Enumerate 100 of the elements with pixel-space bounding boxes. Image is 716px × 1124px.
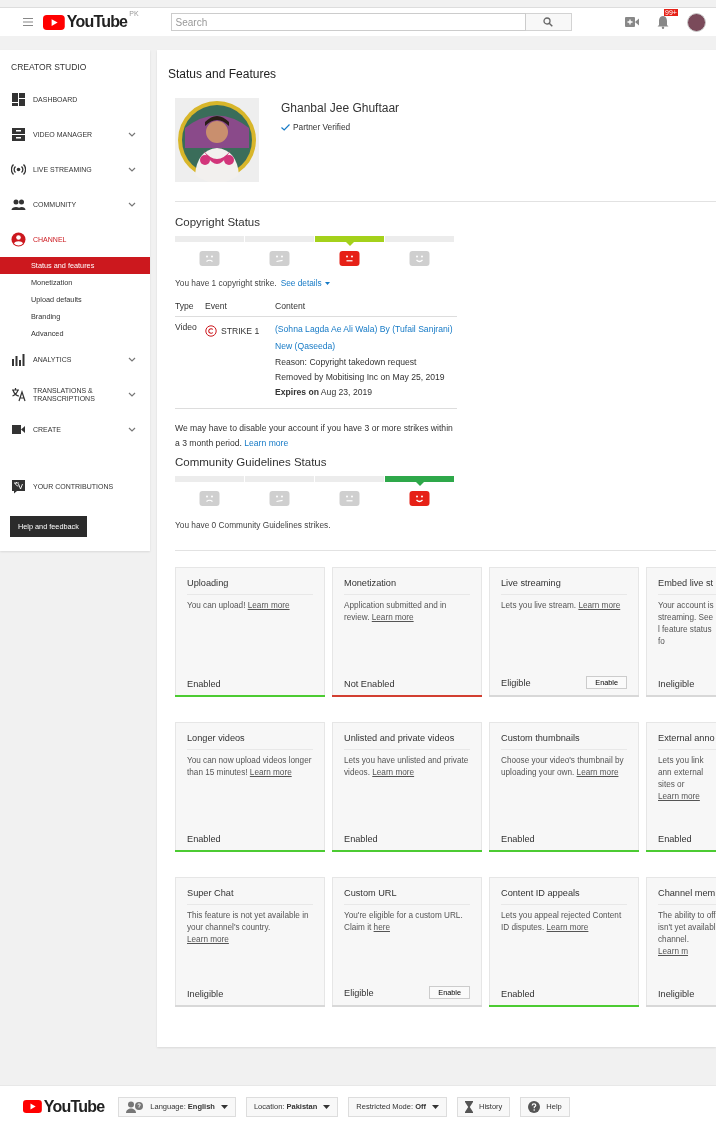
feature-description: You're eligible for a custom URL. Claim it here	[344, 910, 464, 934]
caret-icon	[324, 281, 330, 285]
copyright-icon	[205, 325, 217, 337]
feature-status: Ineligible	[187, 989, 224, 1000]
feature-title: Uploading	[187, 578, 313, 596]
analytics-icon	[11, 352, 26, 367]
learn-more-link[interactable]: Learn more	[576, 768, 619, 778]
feature-title: Custom URL	[344, 888, 470, 906]
column-header: Content	[275, 301, 457, 317]
channel-icon	[11, 232, 26, 247]
column-header: Type	[175, 301, 205, 317]
feature-title: Super Chat	[187, 888, 313, 906]
feature-description: Your account is streaming. See l feature status fo	[658, 600, 715, 648]
chevron-icon[interactable]	[128, 202, 136, 207]
feature-status: Enabled	[187, 679, 221, 690]
dashboard-icon	[11, 92, 26, 107]
check-icon	[281, 123, 290, 131]
column-header: Event	[205, 301, 275, 317]
feature-title: Content ID appeals	[501, 888, 627, 906]
feature-description: Lets you appeal rejected Content ID disputes. Learn more	[501, 910, 623, 934]
video-link[interactable]: (Sohna Lagda Ae Ali Wala) By (Tufail Sanjrani) New (Qaseeda)	[275, 321, 457, 355]
search-button[interactable]	[525, 13, 572, 31]
video-camera-icon[interactable]	[625, 17, 639, 27]
details-link[interactable]: See details	[280, 278, 330, 288]
learn-more-link[interactable]: Learn more	[187, 935, 229, 944]
feature-title: Channel mem	[658, 888, 716, 906]
menu-icon[interactable]	[23, 18, 33, 26]
feature-status: Not Enabled	[344, 679, 395, 690]
feature-description: Application submitted and in review. Learn more	[344, 600, 448, 624]
feature-description: Choose your video's thumbnail by uploading your own. Learn more	[501, 755, 625, 779]
learn-more-link[interactable]: Learn more	[249, 768, 292, 778]
feature-title: Unlisted and private videos	[344, 733, 470, 751]
feature-description: Lets you have unlisted and private videos. Learn more	[344, 755, 470, 779]
videos-icon	[11, 127, 26, 142]
learn-more-link[interactable]: Learn more	[546, 923, 589, 933]
community-icon	[11, 197, 26, 212]
search-icon	[543, 17, 554, 27]
avatar[interactable]	[687, 12, 706, 32]
logo-text[interactable]: YouTube	[66, 13, 128, 31]
strike-summary: You have 0 Community Guidelines strikes.	[175, 520, 331, 531]
help-icon	[528, 1100, 541, 1113]
feature-description: You can now upload videos longer than 15 minutes! Learn more	[187, 755, 313, 779]
section-title: Community Guidelines Status	[175, 456, 328, 469]
feature-status: Enabled	[501, 989, 535, 1000]
chevron-icon[interactable]	[128, 132, 136, 137]
strike-detail: Expires on Aug 23, 2019	[275, 386, 373, 399]
logo-text[interactable]: YouTube	[43, 1097, 105, 1116]
warning-text: We may have to disable your account if you have 3 or more strikes within a 3 month period. Learn more	[175, 422, 454, 450]
learn-more-link[interactable]: Learn more	[244, 437, 289, 448]
chevron-icon[interactable]	[128, 427, 136, 432]
learn-more-link[interactable]: Learn more	[372, 768, 415, 778]
learn-more-link[interactable]: Learn more	[658, 791, 700, 801]
feature-title: Custom thumbnails	[501, 733, 627, 751]
chevron-icon[interactable]	[128, 392, 136, 397]
verified-label: Partner Verified	[293, 122, 351, 132]
feature-title: External anno	[658, 733, 716, 751]
feature-title: Live streaming	[501, 578, 627, 596]
feature-status: Eligible	[344, 987, 374, 998]
feature-status: Enabled	[658, 834, 692, 845]
bell-icon[interactable]	[657, 15, 669, 29]
feature-status: Ineligible	[658, 989, 695, 1000]
feature-description: The ability to off isn't yet availabl channel. Learn m	[658, 910, 716, 958]
strike-label: STRIKE 1	[221, 325, 260, 338]
caret-icon	[323, 1104, 331, 1109]
strike-summary: You have 1 copyright strike.	[175, 278, 277, 288]
feature-status: Enabled	[501, 834, 535, 845]
feature-description: This feature is not yet available in your channel's country. Learn more	[187, 910, 310, 946]
feature-title: Embed live st	[658, 578, 716, 596]
feature-description: Lets you live stream. Learn more	[501, 600, 622, 613]
translate-comment-icon	[11, 479, 26, 494]
strike-detail: Reason: Copyright takedown request	[275, 356, 418, 369]
section-title: Copyright Status	[175, 216, 261, 228]
create-icon	[11, 422, 26, 437]
feature-description: Lets you link ann external sites or Learn more	[658, 755, 705, 803]
feature-title: Monetization	[344, 578, 470, 596]
learn-more-link[interactable]: Learn more	[371, 613, 414, 623]
learn-more-link[interactable]: here	[373, 923, 390, 933]
learn-more-link[interactable]: Learn m	[658, 946, 689, 956]
people-icon	[126, 1100, 145, 1113]
translate-icon	[11, 387, 26, 402]
live-icon	[11, 162, 26, 177]
table-cell: Video	[175, 322, 197, 332]
search-field[interactable]: Search	[170, 13, 526, 31]
feature-status: Eligible	[501, 677, 531, 688]
caret-icon	[220, 1104, 228, 1109]
chevron-icon[interactable]	[128, 167, 136, 172]
learn-more-link[interactable]: Learn more	[578, 601, 621, 611]
channel-name: Ghanbal Jee Ghuftaar	[281, 101, 400, 115]
feature-status: Enabled	[344, 834, 378, 845]
page-title: Status and Features	[168, 67, 278, 81]
caret-icon	[431, 1104, 439, 1109]
strike-detail: Removed by Mobitising Inc on May 25, 2019	[275, 371, 446, 384]
logo-icon[interactable]	[23, 1100, 42, 1113]
chevron-icon[interactable]	[128, 357, 136, 362]
feature-status: Enabled	[187, 834, 221, 845]
learn-more-link[interactable]: Learn more	[247, 601, 290, 611]
feature-title: Longer videos	[187, 733, 313, 751]
logo-icon[interactable]	[43, 14, 65, 30]
feature-description: You can upload! Learn more	[187, 600, 291, 613]
hourglass-icon	[464, 1100, 473, 1113]
